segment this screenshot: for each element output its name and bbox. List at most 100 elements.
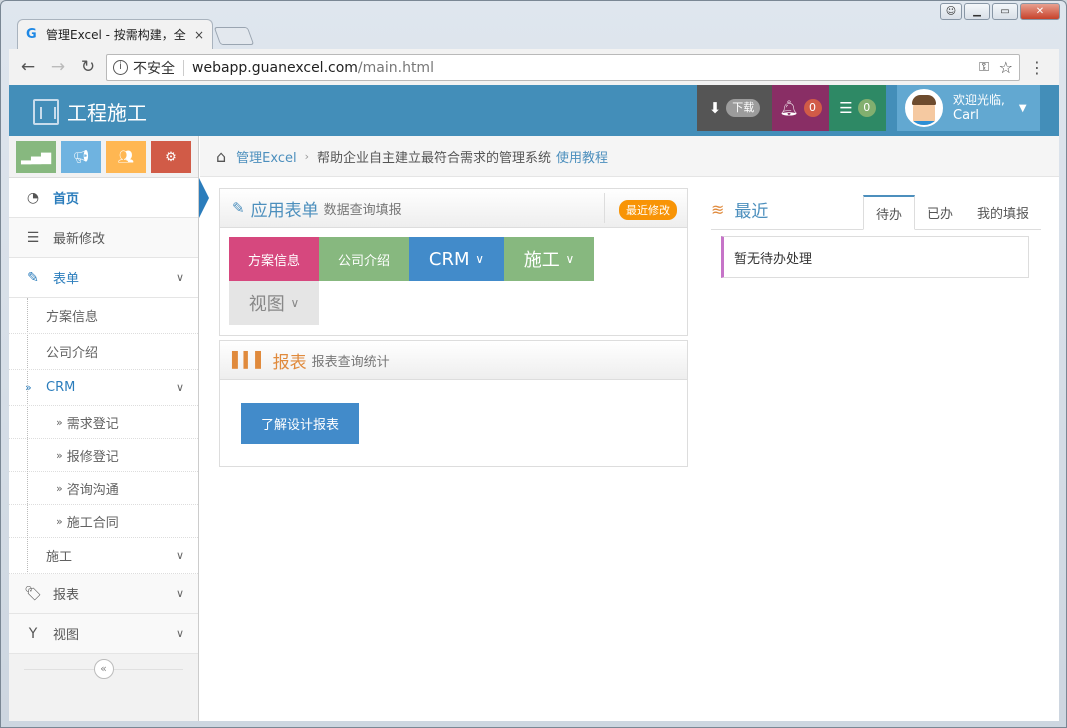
tile-construction[interactable]: 施工 ∨ bbox=[504, 237, 594, 281]
sidebar-collapse: « bbox=[9, 654, 198, 684]
info-icon[interactable]: i bbox=[113, 60, 128, 75]
recent-changes-badge[interactable]: 最近修改 bbox=[619, 200, 677, 220]
sidebar-item-label: 视图 bbox=[53, 628, 80, 643]
sidebar-item-recent-changes[interactable]: ☰ 最新修改 bbox=[9, 218, 198, 258]
submenu-item-company-intro[interactable]: 公司介绍 bbox=[9, 334, 198, 370]
tab-my-submissions[interactable]: 我的填报 bbox=[965, 195, 1041, 230]
forward-icon[interactable]: → bbox=[47, 57, 69, 77]
edit-icon: ✎ bbox=[232, 199, 245, 217]
widget-title: 报表 bbox=[272, 352, 307, 373]
submenu-label: CRM bbox=[46, 380, 76, 395]
recent-panel: ≋ 最近 待办 已办 我的填报 暂无待办处理 bbox=[711, 190, 1041, 278]
maximize-icon[interactable]: ▭ bbox=[992, 3, 1018, 20]
chevron-down-icon: ∨ bbox=[175, 587, 184, 600]
welcome-text: 欢迎光临, bbox=[953, 93, 1005, 107]
crm-item-consult[interactable]: » 咨询沟通 bbox=[9, 472, 198, 505]
cogs-icon[interactable]: ⚙ bbox=[151, 141, 191, 173]
chevron-right-icon: › bbox=[304, 149, 309, 163]
security-label: 不安全 bbox=[133, 60, 175, 77]
chevron-down-icon: ∨ bbox=[565, 252, 575, 266]
submenu-label: 报修登记 bbox=[66, 449, 119, 465]
submenu-label: 方案信息 bbox=[46, 310, 99, 325]
browser-toolbar: ← → ↻ i 不安全 webapp.guanexcel.com/main.ht… bbox=[9, 49, 1059, 85]
rss-icon: ≋ bbox=[711, 200, 725, 219]
reload-icon[interactable]: ↻ bbox=[77, 57, 99, 77]
chevron-down-icon: ∨ bbox=[175, 381, 184, 394]
submenu-label: 施工合同 bbox=[66, 515, 119, 531]
sidebar-item-reports[interactable]: 🏷︎ 报表 ∨ bbox=[9, 574, 198, 614]
widget-subtitle: 数据查询填报 bbox=[323, 202, 402, 218]
submenu-label: 施工 bbox=[46, 550, 73, 565]
download-icon: ⬇ bbox=[708, 99, 722, 117]
breadcrumb-text: 帮助企业自主建立最符合需求的管理系统 bbox=[317, 150, 552, 166]
download-label: 下载 bbox=[726, 99, 761, 117]
edit-icon: ✎ bbox=[27, 269, 39, 286]
notifications-count: 0 bbox=[803, 99, 822, 117]
shortcuts: ▂▄▆ 📢︎ 👥︎ ⚙ bbox=[9, 136, 198, 178]
double-angle-right-icon: » bbox=[56, 415, 63, 429]
tab-title: 管理Excel - 按需构建，全 bbox=[46, 28, 186, 42]
notifications-button[interactable]: 🔔︎ 0 bbox=[772, 85, 829, 131]
minimize-icon[interactable]: ▁ bbox=[964, 3, 990, 20]
caret-down-icon: ▼ bbox=[1018, 102, 1027, 114]
forms-widget: ✎ 应用表单 数据查询填报 最近修改 方案信息 公司介绍 CRM ∨ 施工 ∨ … bbox=[219, 188, 688, 336]
address-bar[interactable]: i 不安全 webapp.guanexcel.com/main.html ⚿ ☆ bbox=[106, 54, 1020, 81]
dashboard-icon: ◔ bbox=[26, 189, 40, 206]
widget-header: ▌▍▌ 报表 报表查询统计 bbox=[220, 341, 687, 380]
download-button[interactable]: ⬇ 下载 bbox=[697, 85, 772, 131]
submenu-item-plan-info[interactable]: 方案信息 bbox=[9, 298, 198, 334]
tile-crm[interactable]: CRM ∨ bbox=[409, 237, 504, 281]
sidebar-item-home[interactable]: ◔ 首页 bbox=[9, 178, 198, 218]
users-icon[interactable]: 👥︎ bbox=[106, 141, 146, 173]
favicon-icon: G bbox=[26, 26, 37, 42]
sidebar-item-forms[interactable]: ✎ 表单 ∨ bbox=[9, 258, 198, 298]
bookmark-star-icon[interactable]: ☆ bbox=[999, 58, 1013, 77]
forms-submenu: 方案信息 公司介绍 » CRM ∨ » 需求登记 » 报修登记 » 咨询沟通 » 施工合… bbox=[9, 298, 198, 574]
reports-widget: ▌▍▌ 报表 报表查询统计 了解设计报表 bbox=[219, 340, 688, 467]
tile-plan-info[interactable]: 方案信息 bbox=[229, 237, 319, 281]
breadcrumb-home-link[interactable]: 管理Excel bbox=[236, 147, 296, 166]
tutorial-link[interactable]: 使用教程 bbox=[556, 147, 608, 166]
form-tiles: 方案信息 公司介绍 CRM ∨ 施工 ∨ 视图 ∨ bbox=[220, 228, 687, 325]
submenu-item-crm[interactable]: » CRM ∨ bbox=[9, 370, 198, 406]
user-icon[interactable]: ☺ bbox=[940, 3, 962, 20]
submenu-label: 咨询沟通 bbox=[66, 482, 119, 498]
double-angle-right-icon: » bbox=[56, 481, 63, 495]
signal-icon[interactable]: ▂▄▆ bbox=[16, 141, 56, 173]
back-icon[interactable]: ← bbox=[17, 57, 39, 77]
crm-item-demand[interactable]: » 需求登记 bbox=[9, 406, 198, 439]
brand[interactable]: 工程施工 bbox=[33, 97, 147, 126]
tab-done[interactable]: 已办 bbox=[915, 195, 965, 230]
close-icon[interactable]: ✕ bbox=[1020, 3, 1060, 20]
todo-empty-message: 暂无待办处理 bbox=[721, 236, 1029, 278]
widget-title: 应用表单 bbox=[250, 200, 319, 221]
key-icon[interactable]: ⚿ bbox=[979, 60, 989, 75]
sidebar-item-views[interactable]: Y 视图 ∨ bbox=[9, 614, 198, 654]
chevron-down-icon: ∨ bbox=[175, 627, 184, 640]
web-app: 工程施工 ⬇ 下载 🔔︎ 0 ☰ 0 欢迎光临, Carl ▼ ▂▄▆ 📢︎ 👥… bbox=[9, 85, 1059, 721]
browser-menu-icon[interactable]: ⋮ bbox=[1029, 58, 1045, 77]
tile-company-intro[interactable]: 公司介绍 bbox=[319, 237, 409, 281]
list-icon: ☰ bbox=[26, 229, 40, 246]
submenu-item-construction[interactable]: 施工 ∨ bbox=[9, 538, 198, 574]
sidebar-item-label: 首页 bbox=[53, 192, 80, 207]
chevron-down-icon: ∨ bbox=[290, 296, 300, 310]
crm-item-repair[interactable]: » 报修登记 bbox=[9, 439, 198, 472]
tab-close-button[interactable]: × bbox=[194, 28, 204, 42]
learn-report-design-button[interactable]: 了解设计报表 bbox=[241, 403, 359, 444]
crm-item-contract[interactable]: » 施工合同 bbox=[9, 505, 198, 538]
tile-views[interactable]: 视图 ∨ bbox=[229, 281, 319, 325]
recent-title: 最近 bbox=[734, 202, 769, 222]
browser-tab[interactable]: G 管理Excel - 按需构建，全 × bbox=[17, 19, 213, 49]
user-menu[interactable]: 欢迎光临, Carl ▼ bbox=[897, 85, 1040, 131]
new-tab-button[interactable] bbox=[213, 27, 255, 45]
building-icon bbox=[33, 98, 59, 125]
chevron-down-icon: ∨ bbox=[475, 252, 485, 266]
submenu-label: 需求登记 bbox=[66, 416, 119, 432]
collapse-left-icon[interactable]: « bbox=[93, 659, 114, 679]
tab-todo[interactable]: 待办 bbox=[862, 195, 915, 230]
chevron-down-icon: ∨ bbox=[175, 549, 184, 562]
home-icon[interactable]: ⌂ bbox=[216, 147, 226, 166]
bullhorn-icon[interactable]: 📢︎ bbox=[61, 141, 101, 173]
tasks-button[interactable]: ☰ 0 bbox=[829, 85, 886, 131]
